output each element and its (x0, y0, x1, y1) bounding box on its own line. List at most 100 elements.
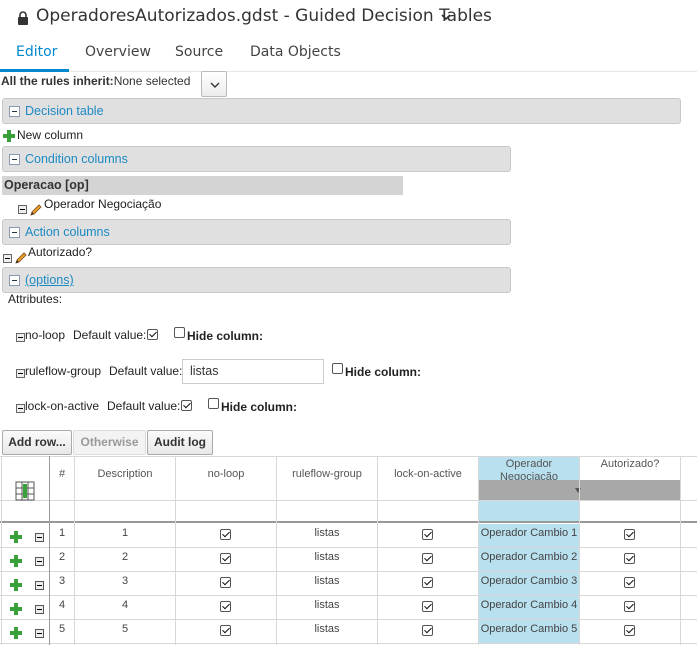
cell-lock-checkbox[interactable] (422, 553, 433, 564)
ruleflow-hide-checkbox[interactable] (332, 363, 343, 374)
inherit-value: None selected (113, 74, 191, 88)
cell-lock-checkbox[interactable] (422, 601, 433, 612)
add-row-icon[interactable] (10, 627, 22, 639)
cell-description[interactable]: 5 (75, 623, 175, 635)
condition-columns-section[interactable]: Condition columns (2, 146, 511, 172)
sort-down-icon (575, 488, 581, 493)
remove-row-icon[interactable] (35, 629, 44, 638)
cell-no-loop-checkbox[interactable] (220, 625, 231, 636)
cell-ruleflow-group[interactable]: listas (277, 575, 377, 587)
cell-description[interactable]: 4 (75, 599, 175, 611)
cell-ruleflow-group[interactable]: listas (277, 527, 377, 539)
default-value-label: Default value: (109, 364, 183, 378)
remove-row-icon[interactable] (35, 533, 44, 542)
add-icon[interactable] (3, 130, 15, 142)
cell-operador[interactable]: Operador Cambio 2 (479, 551, 579, 563)
decision-table-section[interactable]: Decision table (2, 98, 681, 124)
cell-operador[interactable]: Operador Cambio 4 (479, 599, 579, 611)
add-row-icon[interactable] (10, 555, 22, 567)
cell-ruleflow-group[interactable]: listas (277, 551, 377, 563)
remove-attribute-icon[interactable] (16, 369, 25, 378)
attribute-name: lock-on-active (25, 399, 100, 413)
row-number: 2 (58, 551, 66, 563)
chevron-down-icon[interactable] (440, 11, 452, 23)
collapse-icon[interactable] (9, 275, 20, 286)
remove-attribute-icon[interactable] (16, 333, 25, 342)
cell-no-loop-checkbox[interactable] (220, 529, 231, 540)
cell-no-loop-checkbox[interactable] (220, 601, 231, 612)
cell-autorizado-checkbox[interactable] (624, 553, 635, 564)
condition-columns-label: Condition columns (25, 152, 128, 166)
lock-default-checkbox[interactable] (181, 400, 192, 411)
audit-log-button[interactable]: Audit log (147, 430, 213, 455)
remove-row-icon[interactable] (35, 557, 44, 566)
column-settings-icon[interactable] (15, 481, 35, 501)
action-columns-section[interactable]: Action columns (2, 219, 511, 245)
header-number: # (58, 468, 66, 480)
ruleflow-group-input[interactable]: listas (182, 359, 324, 384)
options-section[interactable]: (options) (2, 267, 511, 293)
header-operador[interactable]: Operador Negociação (479, 458, 579, 480)
collapse-icon[interactable] (9, 154, 20, 165)
tab-source[interactable]: Source (175, 44, 223, 60)
cell-lock-checkbox[interactable] (422, 625, 433, 636)
remove-row-icon[interactable] (35, 581, 44, 590)
inherit-dropdown-button[interactable] (201, 71, 227, 97)
remove-row-icon[interactable] (35, 605, 44, 614)
page-title: OperadoresAutorizados.gdst - Guided Deci… (36, 6, 492, 26)
tab-overview[interactable]: Overview (85, 44, 151, 60)
collapse-icon[interactable] (9, 227, 20, 238)
header-ruleflow-group[interactable]: ruleflow-group (277, 468, 377, 480)
header-description[interactable]: Description (75, 468, 175, 480)
header-no-loop[interactable]: no-loop (176, 468, 276, 480)
remove-icon[interactable] (3, 254, 12, 263)
add-row-button[interactable]: Add row... (2, 430, 72, 455)
noloop-hide-checkbox[interactable] (174, 327, 185, 338)
cell-operador[interactable]: Operador Cambio 5 (479, 623, 579, 635)
tab-data-objects[interactable]: Data Objects (250, 44, 341, 60)
active-tab-indicator (0, 69, 69, 72)
attribute-name: no-loop (25, 328, 66, 342)
remove-icon[interactable] (18, 205, 27, 214)
pencil-icon[interactable] (14, 251, 28, 265)
pencil-icon[interactable] (29, 203, 43, 217)
inherit-row: All the rules inherit:None selected (1, 74, 190, 88)
collapse-icon[interactable] (9, 106, 20, 117)
cell-autorizado-checkbox[interactable] (624, 601, 635, 612)
cell-ruleflow-group[interactable]: listas (277, 599, 377, 611)
new-column-link[interactable]: New column (17, 128, 83, 142)
lock-hide-checkbox[interactable] (208, 398, 219, 409)
cell-description[interactable]: 1 (75, 527, 175, 539)
add-row-icon[interactable] (10, 603, 22, 615)
tab-bar: Editor Overview Source Data Objects (0, 36, 697, 72)
remove-attribute-icon[interactable] (16, 404, 25, 413)
cell-operador[interactable]: Operador Cambio 3 (479, 575, 579, 587)
cell-description[interactable]: 2 (75, 551, 175, 563)
cell-no-loop-checkbox[interactable] (220, 577, 231, 588)
cell-lock-checkbox[interactable] (422, 577, 433, 588)
decision-table-label: Decision table (25, 104, 104, 118)
row-number: 3 (58, 575, 66, 587)
row-number: 4 (58, 599, 66, 611)
noloop-default-checkbox[interactable] (147, 329, 158, 340)
cell-ruleflow-group[interactable]: listas (277, 623, 377, 635)
condition-column-item[interactable]: Operador Negociação (44, 197, 161, 211)
header-lock-on-active[interactable]: lock-on-active (378, 468, 478, 480)
cell-autorizado-checkbox[interactable] (624, 577, 635, 588)
cell-autorizado-checkbox[interactable] (624, 529, 635, 540)
header-autorizado[interactable]: Autorizado? (580, 458, 680, 470)
cell-autorizado-checkbox[interactable] (624, 625, 635, 636)
cell-lock-checkbox[interactable] (422, 529, 433, 540)
hide-column-label: Hide column: (221, 400, 298, 414)
hide-column-label: Hide column: (345, 365, 422, 379)
cell-operador[interactable]: Operador Cambio 1 (479, 527, 579, 539)
title-bar: OperadoresAutorizados.gdst - Guided Deci… (0, 0, 697, 36)
condition-pattern-header: Operacao [op] (2, 176, 403, 195)
tab-editor[interactable]: Editor (16, 44, 57, 60)
options-label[interactable]: (options) (25, 273, 74, 287)
add-row-icon[interactable] (10, 531, 22, 543)
add-row-icon[interactable] (10, 579, 22, 591)
action-column-item[interactable]: Autorizado? (28, 245, 92, 259)
cell-description[interactable]: 3 (75, 575, 175, 587)
cell-no-loop-checkbox[interactable] (220, 553, 231, 564)
